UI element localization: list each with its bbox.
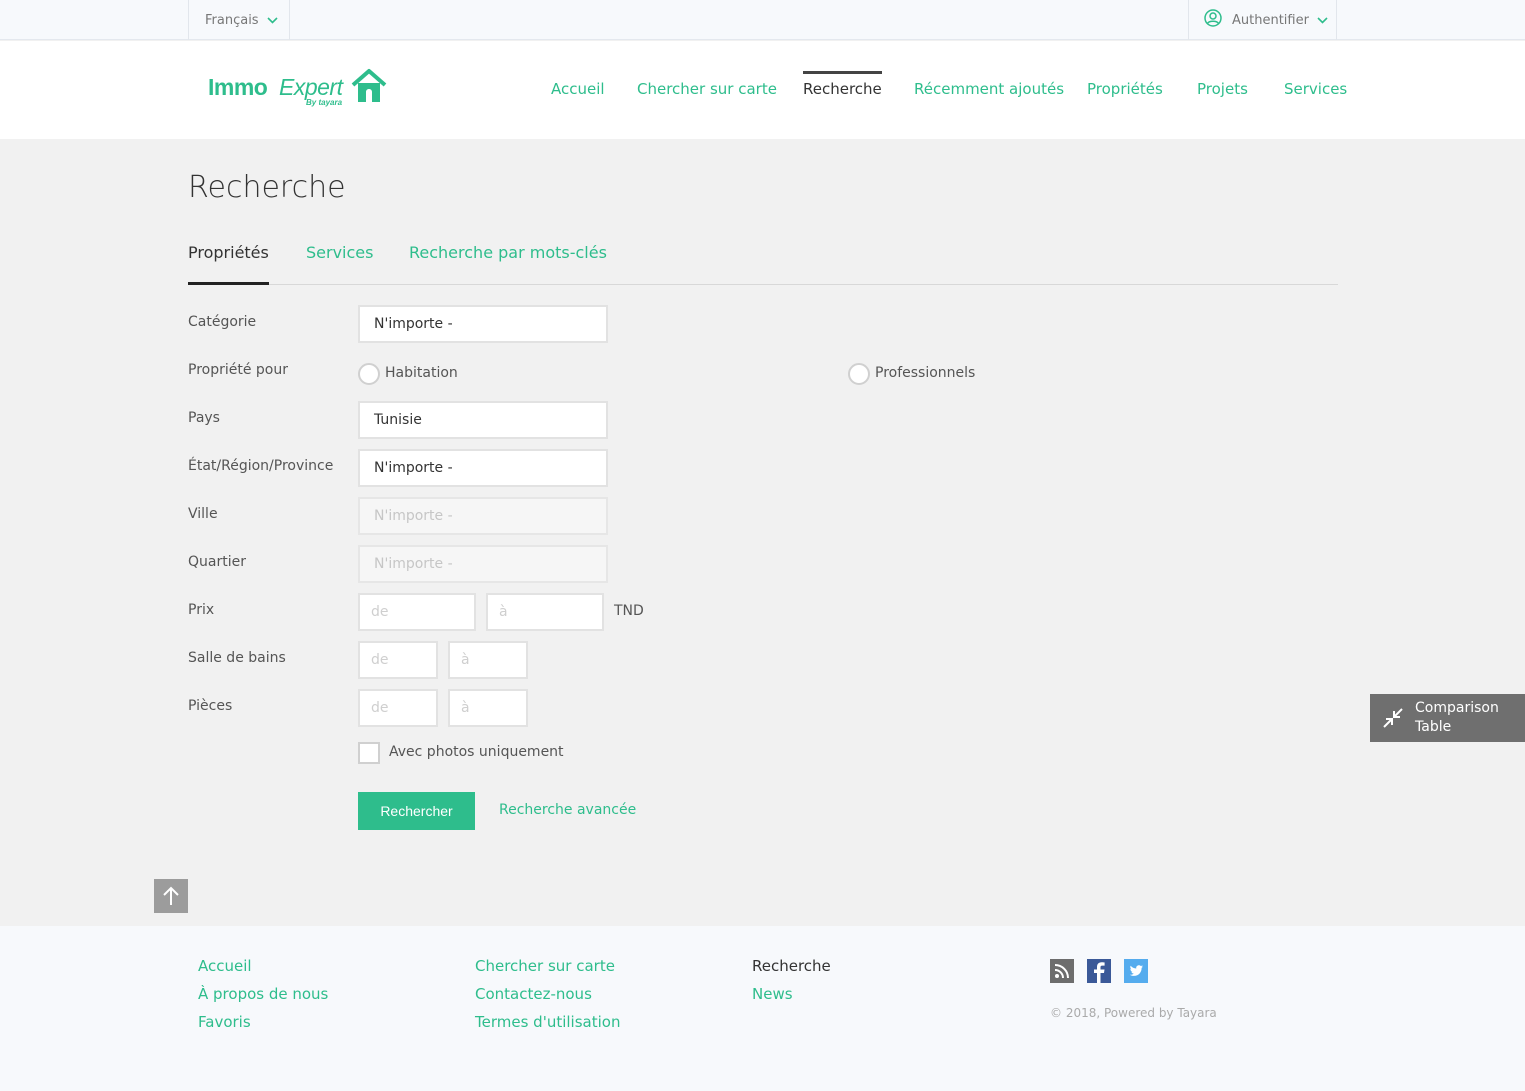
auth-menu[interactable]: Authentifier bbox=[1188, 0, 1337, 40]
logo[interactable]: Immo Expert By tayara bbox=[208, 68, 388, 108]
site-header: Immo Expert By tayara Accueil Chercher s… bbox=[0, 41, 1525, 139]
pieces-label: Pièces bbox=[188, 698, 233, 714]
tab-mots-cles[interactable]: Recherche par mots-clés bbox=[409, 240, 607, 285]
page-title: Recherche bbox=[188, 170, 346, 205]
footer-link-a-propos[interactable]: À propos de nous bbox=[198, 985, 328, 1003]
nav-services[interactable]: Services bbox=[1284, 71, 1347, 109]
house-icon bbox=[350, 68, 388, 108]
pays-select[interactable]: Tunisie bbox=[358, 401, 608, 439]
arrow-up-icon bbox=[154, 886, 188, 917]
photos-only-label: Avec photos uniquement bbox=[389, 744, 564, 760]
twitter-icon[interactable] bbox=[1124, 959, 1148, 983]
footer-link-contact[interactable]: Contactez-nous bbox=[475, 985, 592, 1003]
footer-link-chercher-carte[interactable]: Chercher sur carte bbox=[475, 957, 615, 975]
search-button[interactable]: Rechercher bbox=[358, 792, 475, 830]
pieces-to-input[interactable]: à bbox=[448, 689, 528, 727]
radio-habitation-label: Habitation bbox=[385, 365, 458, 381]
site-footer: Accueil À propos de nous Favoris Cherche… bbox=[0, 926, 1525, 1091]
advanced-search-link[interactable]: Recherche avancée bbox=[499, 802, 636, 818]
rss-icon[interactable] bbox=[1050, 959, 1074, 983]
bains-label: Salle de bains bbox=[188, 650, 286, 666]
radio-professionnels-label: Professionnels bbox=[875, 365, 976, 381]
logo-word-immo: Immo bbox=[208, 74, 268, 100]
compare-arrows-icon bbox=[1382, 707, 1404, 733]
ville-label: Ville bbox=[188, 506, 218, 522]
copyright-text: © 2018, Powered by Tayara bbox=[1050, 1006, 1217, 1020]
categorie-label: Catégorie bbox=[188, 314, 257, 330]
footer-link-recherche[interactable]: Recherche bbox=[752, 957, 831, 975]
logo-word-expert: Expert bbox=[279, 74, 343, 100]
comparison-table-label: Comparison Table bbox=[1415, 700, 1499, 735]
search-tabs: Propriétés Services Recherche par mots-c… bbox=[188, 240, 1338, 285]
radio-habitation[interactable] bbox=[358, 363, 380, 385]
back-to-top-button[interactable] bbox=[154, 879, 188, 913]
chevron-down-icon bbox=[1317, 13, 1328, 28]
pays-label: Pays bbox=[188, 410, 220, 426]
propriete-pour-label: Propriété pour bbox=[188, 362, 288, 378]
quartier-label: Quartier bbox=[188, 554, 246, 570]
footer-link-termes[interactable]: Termes d'utilisation bbox=[475, 1013, 620, 1031]
prix-currency: TND bbox=[614, 603, 644, 619]
etat-select[interactable]: N'importe - bbox=[358, 449, 608, 487]
nav-projets[interactable]: Projets bbox=[1197, 71, 1248, 109]
facebook-icon[interactable] bbox=[1087, 959, 1111, 983]
footer-link-favoris[interactable]: Favoris bbox=[198, 1013, 251, 1031]
nav-proprietes[interactable]: Propriétés bbox=[1087, 71, 1163, 109]
nav-chercher-sur-carte[interactable]: Chercher sur carte bbox=[637, 71, 777, 109]
prix-label: Prix bbox=[188, 602, 215, 618]
nav-recemment-ajoutes[interactable]: Récemment ajoutés bbox=[914, 71, 1064, 109]
photos-only-checkbox[interactable] bbox=[358, 742, 380, 764]
nav-recherche[interactable]: Recherche bbox=[803, 71, 882, 109]
pieces-from-input[interactable]: de bbox=[358, 689, 438, 727]
tab-proprietes[interactable]: Propriétés bbox=[188, 240, 269, 285]
logo-tagline: By tayara bbox=[306, 98, 343, 107]
footer-link-news[interactable]: News bbox=[752, 985, 793, 1003]
user-icon bbox=[1204, 9, 1222, 31]
prix-to-input[interactable]: à bbox=[486, 593, 604, 631]
language-label: Français bbox=[205, 12, 259, 28]
quartier-select[interactable]: N'importe - bbox=[358, 545, 608, 583]
radio-professionnels[interactable] bbox=[848, 363, 870, 385]
prix-from-input[interactable]: de bbox=[358, 593, 476, 631]
nav-accueil[interactable]: Accueil bbox=[551, 71, 605, 109]
footer-link-accueil[interactable]: Accueil bbox=[198, 957, 252, 975]
ville-select[interactable]: N'importe - bbox=[358, 497, 608, 535]
bains-to-input[interactable]: à bbox=[448, 641, 528, 679]
language-selector[interactable]: Français bbox=[188, 0, 290, 40]
top-bar: Français Authentifier bbox=[0, 0, 1525, 40]
bains-from-input[interactable]: de bbox=[358, 641, 438, 679]
categorie-select[interactable]: N'importe - bbox=[358, 305, 608, 343]
tab-services[interactable]: Services bbox=[306, 240, 373, 285]
chevron-down-icon bbox=[267, 13, 278, 28]
auth-label: Authentifier bbox=[1232, 12, 1309, 28]
comparison-table-button[interactable]: Comparison Table bbox=[1370, 694, 1525, 742]
etat-label: État/Région/Province bbox=[188, 458, 334, 474]
